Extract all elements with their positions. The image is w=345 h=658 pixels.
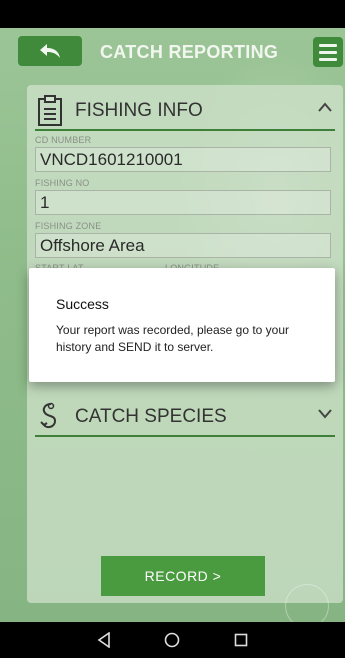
nav-back-button[interactable] [89, 625, 119, 655]
system-nav-bar [0, 622, 345, 658]
cd-number-label: CD NUMBER [35, 135, 92, 145]
clipboard-icon [38, 95, 62, 126]
fishing-no-label: FISHING NO [35, 178, 90, 188]
hamburger-menu-icon [319, 43, 337, 47]
status-bar [0, 0, 345, 28]
recents-square-icon [234, 633, 248, 647]
fishing-zone-label: FISHING ZONE [35, 221, 102, 231]
fish-hook-icon [40, 402, 57, 429]
back-button[interactable] [18, 36, 82, 66]
page-title: CATCH REPORTING [100, 42, 279, 62]
menu-button[interactable] [313, 37, 343, 67]
record-button[interactable]: RECORD > [101, 556, 265, 596]
chevron-down-icon[interactable] [317, 407, 333, 419]
cd-number-field[interactable]: VNCD1601210001 [35, 147, 331, 172]
catch-species-header[interactable]: CATCH SPECIES [35, 397, 335, 437]
watermark-stamp [285, 584, 329, 622]
app-header: CATCH REPORTING [0, 28, 345, 80]
hamburger-line [319, 57, 337, 61]
chevron-up-icon[interactable] [317, 101, 333, 113]
fishing-info-header[interactable]: FISHING INFO [35, 91, 335, 131]
catch-species-title: CATCH SPECIES [75, 406, 227, 427]
home-circle-icon [165, 632, 180, 648]
back-arrow-icon [40, 44, 60, 58]
dialog-title: Success [56, 296, 109, 312]
fishing-zone-field[interactable]: Offshore Area [35, 233, 331, 258]
fishing-no-field[interactable]: 1 [35, 190, 331, 215]
success-dialog: Success Your report was recorded, please… [29, 268, 335, 382]
nav-home-button[interactable] [157, 625, 187, 655]
nav-recents-button[interactable] [226, 625, 256, 655]
back-triangle-icon [97, 632, 110, 648]
dialog-message: Your report was recorded, please go to y… [56, 323, 290, 354]
hamburger-line [319, 50, 337, 54]
fishing-info-title: FISHING INFO [75, 100, 203, 121]
